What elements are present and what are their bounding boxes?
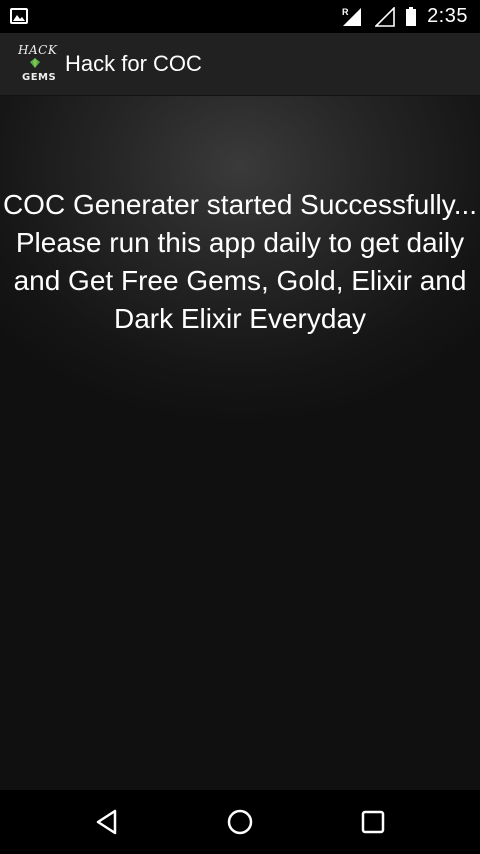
status-bar: R 2:35 (0, 0, 480, 33)
gem-icon (30, 58, 40, 68)
wifi-empty-icon (375, 6, 395, 27)
recents-icon (361, 810, 385, 834)
svg-text:R: R (342, 7, 349, 17)
action-bar: HACK GEMS Hack for COC (0, 33, 480, 96)
status-icons: R 2:35 (341, 0, 468, 33)
signal-roaming-icon: R (342, 7, 362, 26)
home-button[interactable] (224, 806, 256, 838)
status-message: COC Generater started Successfully... Pl… (2, 189, 478, 334)
back-button[interactable] (91, 806, 123, 838)
recents-button[interactable] (357, 806, 389, 838)
clock: 2:35 (427, 5, 468, 27)
app-icon-text-bottom: GEMS (22, 72, 57, 83)
app-icon: HACK GEMS (16, 41, 60, 87)
main-content: COC Generater started Successfully... Pl… (0, 96, 480, 790)
battery-icon (406, 6, 417, 26)
back-icon (96, 809, 117, 835)
home-icon (227, 809, 253, 835)
app-title: Hack for COC (65, 51, 202, 76)
app-icon-text-top: HACK (18, 43, 58, 57)
image-notification-icon (10, 8, 28, 24)
navigation-bar (0, 790, 480, 854)
